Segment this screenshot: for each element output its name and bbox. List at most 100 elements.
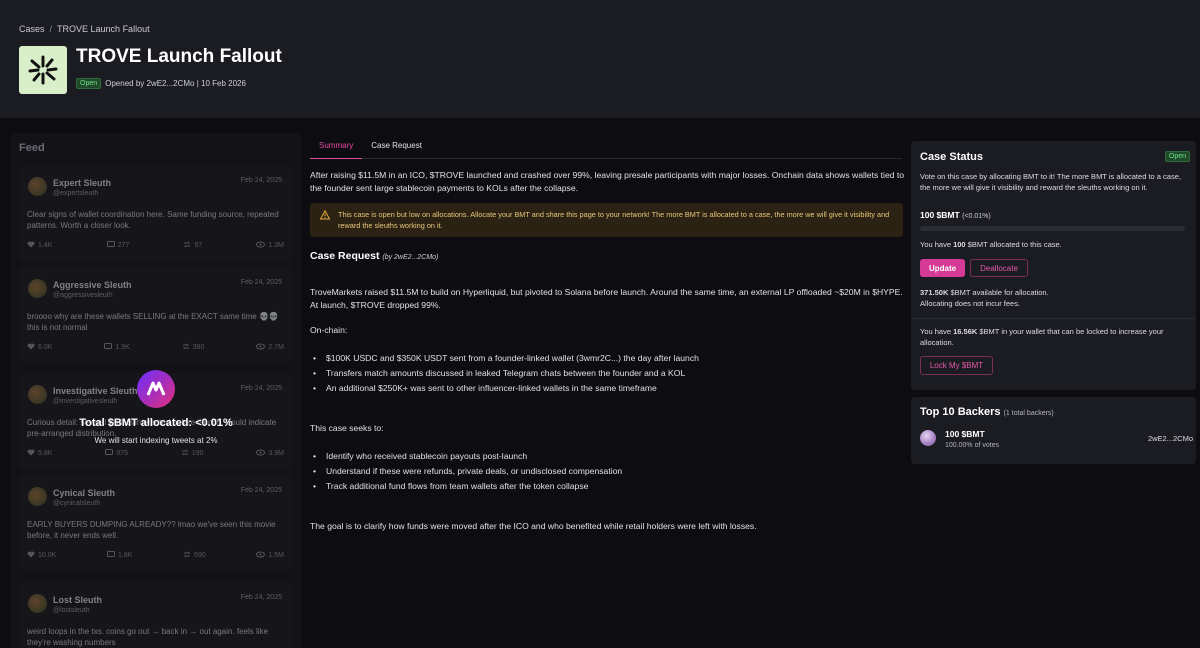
post-author: Lost Sleuth	[53, 595, 102, 605]
repost-stat[interactable]: 690	[183, 551, 206, 560]
repost-stat[interactable]: 390	[182, 343, 204, 352]
top-backers-title: Top 10 Backers (1 total backers)	[920, 406, 1054, 418]
repost-icon	[183, 551, 191, 560]
case-request-heading: Case Request (by 2wE2...2CMo)	[310, 250, 438, 262]
tab-bar: Summary Case Request	[310, 140, 902, 159]
deallocate-button[interactable]: Deallocate	[970, 259, 1028, 277]
like-stat[interactable]: 6.0K	[27, 343, 52, 352]
goal-text: The goal is to clarify how funds were mo…	[310, 521, 757, 531]
breadcrumb: Cases / TROVE Launch Fallout	[19, 24, 150, 34]
overlay-indexing-note: We will start indexing tweets at 2%	[94, 436, 218, 445]
avatar	[28, 177, 47, 196]
tab-case-request[interactable]: Case Request	[362, 140, 431, 159]
backer-address[interactable]: 2wE2...2CMo	[1148, 434, 1193, 443]
reply-stat[interactable]: 975	[105, 449, 128, 458]
case-meta: Open Opened by 2wE2...2CMo | 10 Feb 2026	[76, 78, 246, 89]
case-status-title: Case Status	[920, 151, 983, 163]
page-title: TROVE Launch Fallout	[76, 46, 282, 67]
reply-stat[interactable]: 1.8K	[106, 551, 132, 560]
breadcrumb-cases-link[interactable]: Cases	[19, 24, 45, 34]
heart-icon	[27, 343, 35, 352]
post-date: Feb 24, 2025	[240, 279, 282, 286]
case-logo	[19, 46, 67, 94]
summary-text: After raising $11.5M in an ICO, $TROVE l…	[310, 170, 905, 193]
heart-icon	[27, 449, 35, 458]
comment-icon	[106, 551, 115, 560]
post-handle: @lostsleuth	[53, 607, 90, 614]
post-stats: 10.0K 1.8K 690 1.5M	[27, 551, 284, 560]
case-request-author: (by 2wE2...2CMo)	[382, 254, 439, 261]
list-item: An additional $250K+ was sent to other i…	[310, 380, 699, 395]
warning-icon	[320, 210, 330, 220]
like-stat[interactable]: 10.0K	[27, 551, 56, 560]
heart-icon	[27, 241, 35, 250]
list-item: Understand if these were refunds, privat…	[310, 463, 622, 478]
low-allocation-warning: This case is open but low on allocations…	[310, 203, 903, 237]
list-item: Identify who received stablecoin payouts…	[310, 448, 622, 463]
repost-icon	[183, 241, 191, 250]
like-stat[interactable]: 5.8K	[27, 449, 52, 458]
post-date: Feb 24, 2025	[240, 594, 282, 601]
feed-title: Feed	[19, 142, 45, 154]
breadcrumb-current: TROVE Launch Fallout	[57, 24, 150, 34]
post-text: EARLY BUYERS DUMPING ALREADY?? lmao we'v…	[27, 520, 276, 540]
post-handle: @aggressivesleuth	[53, 292, 113, 299]
post-handle: @cynicalsleuth	[53, 500, 101, 507]
seeks-list: Identify who received stablecoin payouts…	[310, 448, 622, 493]
views-stat: 1.5M	[256, 551, 284, 560]
allocated-percent: (<0.01%)	[962, 213, 991, 220]
avatar	[28, 279, 47, 298]
repost-stat[interactable]: 57	[183, 241, 202, 250]
post-author: Aggressive Sleuth	[53, 280, 132, 290]
avatar	[920, 430, 936, 446]
seeks-label: This case seeks to:	[310, 423, 384, 433]
reply-stat[interactable]: 1.9K	[104, 343, 130, 352]
top-backers-card: Top 10 Backers (1 total backers) 100 $BM…	[911, 397, 1196, 464]
allocation-progress-bar	[920, 226, 1185, 231]
eye-icon	[256, 449, 266, 458]
post-handle: @investigativesleuth	[53, 398, 118, 405]
status-badge: Open	[76, 78, 102, 89]
post-date: Feb 24, 2025	[240, 385, 282, 392]
avatar	[28, 594, 47, 613]
overlay-total-allocated: Total $BMT allocated: <0.01%	[79, 417, 233, 429]
tab-summary[interactable]: Summary	[310, 140, 363, 159]
post-text: weird loops in the txs. coins go out → b…	[27, 627, 269, 647]
backer-amount: 100 $BMT	[945, 429, 985, 439]
avatar	[28, 385, 47, 404]
case-request-title: Case Request	[310, 250, 380, 262]
page-header: Cases / TROVE Launch Fallout TROVE Launc…	[0, 0, 1200, 118]
repost-icon	[181, 449, 189, 458]
allocated-amount: 100 $BMT (<0.01%)	[920, 210, 991, 220]
post-stats: 1.4K 277 57 1.3M	[27, 241, 284, 250]
divider	[911, 318, 1196, 319]
no-fees-note: Allocating does not incur fees.	[920, 299, 1021, 308]
wallet-balance: You have 16.56K $BMT in your wallet that…	[920, 327, 1164, 347]
lock-bmt-button[interactable]: Lock My $BMT	[920, 356, 993, 375]
feed-post[interactable]: Aggressive Sleuth @aggressivesleuth Feb 24…	[19, 267, 292, 363]
onchain-label: On-chain:	[310, 325, 348, 335]
post-text: Clear signs of wallet coordination here.…	[27, 210, 279, 230]
feed-post[interactable]: Expert Sleuth @expertsleuth Feb 24, 2025 Cl…	[19, 165, 292, 261]
eye-icon	[256, 241, 266, 250]
case-status-description: Vote on this case by allocating BMT to i…	[920, 172, 1181, 192]
bmt-logo-icon	[137, 370, 175, 408]
feed-post[interactable]: Lost Sleuth @lostsleuth Feb 24, 2025 weird …	[19, 582, 292, 648]
your-allocation: You have 100 $BMT allocated to this case…	[920, 240, 1062, 249]
reply-stat[interactable]: 277	[106, 241, 129, 250]
case-status-badge: Open	[1164, 151, 1190, 162]
backer-vote-share: 100.00% of votes	[945, 442, 1000, 449]
like-stat[interactable]: 1.4K	[27, 241, 52, 250]
comment-icon	[105, 449, 114, 458]
allocated-value: 100 $BMT	[920, 210, 960, 220]
warning-text: This case is open but low on allocations…	[338, 210, 890, 230]
avatar	[28, 487, 47, 506]
post-author: Cynical Sleuth	[53, 488, 116, 498]
post-date: Feb 24, 2025	[240, 487, 282, 494]
onchain-list: $100K USDC and $350K USDT sent from a fo…	[310, 350, 699, 395]
repost-stat[interactable]: 190	[181, 449, 204, 458]
eye-icon	[256, 551, 266, 560]
update-button[interactable]: Update	[920, 259, 965, 277]
feed-post[interactable]: Cynical Sleuth @cynicalsleuth Feb 24, 2025…	[19, 475, 292, 571]
list-item: Track additional fund flows from team wa…	[310, 478, 622, 493]
